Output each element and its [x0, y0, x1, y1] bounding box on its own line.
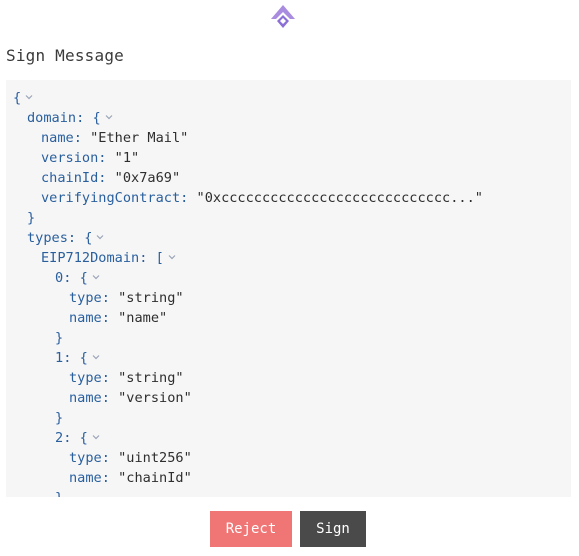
json-separator: : — [101, 470, 119, 486]
json-key: name — [69, 470, 102, 486]
chevron-down-icon[interactable] — [24, 92, 34, 102]
json-separator: : — [101, 370, 119, 386]
json-bracket: { — [79, 270, 88, 286]
json-value: "chainId" — [118, 470, 192, 486]
json-separator: : — [63, 270, 80, 286]
json-separator: : — [98, 170, 115, 186]
json-bracket: } — [55, 330, 64, 346]
json-line: name: "chainId" — [69, 468, 192, 488]
json-line: { — [13, 88, 34, 108]
json-line: } — [55, 328, 63, 348]
action-bar: Reject Sign — [0, 511, 579, 547]
json-key: type — [69, 370, 102, 386]
chevron-down-icon[interactable] — [91, 352, 101, 362]
json-bracket: { — [79, 430, 88, 446]
json-value: "string" — [118, 290, 184, 306]
json-value: "string" — [118, 370, 184, 386]
json-separator: : — [139, 250, 156, 266]
json-line: 0: { — [55, 268, 101, 288]
json-key: types — [27, 230, 68, 246]
json-line: name: "version" — [69, 388, 192, 408]
chevron-down-icon[interactable] — [167, 252, 177, 262]
json-key: 2 — [55, 430, 64, 446]
json-separator: : — [73, 130, 91, 146]
json-key: verifyingContract — [41, 190, 181, 206]
json-separator: : — [63, 430, 80, 446]
json-bracket: } — [55, 490, 63, 497]
json-bracket: [ — [155, 250, 164, 266]
json-line: } — [27, 208, 35, 228]
json-line: } — [55, 408, 63, 428]
chevron-down-icon[interactable] — [91, 272, 101, 282]
chevron-down-icon[interactable] — [91, 432, 101, 442]
json-key: 0 — [55, 270, 64, 286]
json-value: "1" — [114, 150, 140, 166]
json-key: 1 — [55, 350, 64, 366]
json-bracket: { — [92, 110, 101, 126]
json-line: name: "name" — [69, 308, 167, 328]
json-separator: : — [101, 450, 119, 466]
json-value: "uint256" — [118, 450, 192, 466]
chevron-down-icon[interactable] — [95, 232, 105, 242]
json-separator: : — [76, 110, 93, 126]
json-line: chainId: "0x7a69" — [41, 168, 180, 188]
json-separator: : — [63, 350, 80, 366]
message-json-viewer[interactable]: {domain: {name: "Ether Mail" version: "1"… — [6, 80, 571, 497]
json-line: } — [55, 488, 63, 497]
logo-icon — [268, 4, 298, 30]
json-separator: : — [180, 190, 197, 206]
json-line: domain: { — [27, 108, 114, 128]
json-separator: : — [101, 390, 119, 406]
json-key: name — [69, 390, 102, 406]
json-bracket: } — [27, 210, 36, 226]
json-line: 1: { — [55, 348, 101, 368]
page-title: Sign Message — [6, 46, 124, 65]
json-line: type: "uint256" — [69, 448, 192, 468]
reject-button[interactable]: Reject — [210, 511, 292, 547]
json-key: name — [41, 130, 74, 146]
json-bracket: { — [84, 230, 93, 246]
json-line: version: "1" — [41, 148, 139, 168]
json-bracket: { — [79, 350, 88, 366]
json-key: chainId — [41, 170, 99, 186]
json-value: "version" — [118, 390, 192, 406]
json-value: "0xcccccccccccccccccccccccccccc..." — [196, 190, 483, 206]
json-separator: : — [101, 310, 119, 326]
json-line: type: "string" — [69, 288, 184, 308]
json-bracket: } — [55, 410, 64, 426]
chevron-down-icon[interactable] — [104, 112, 114, 122]
json-line: types: { — [27, 228, 105, 248]
json-key: type — [69, 290, 102, 306]
json-bracket: { — [13, 90, 22, 106]
sign-button[interactable]: Sign — [300, 511, 366, 547]
json-key: domain — [27, 110, 77, 126]
json-separator: : — [67, 230, 85, 246]
json-value: "name" — [118, 310, 168, 326]
json-line: 2: { — [55, 428, 101, 448]
json-line: type: "string" — [69, 368, 184, 388]
json-key: name — [69, 310, 102, 326]
json-line: verifyingContract: "0xcccccccccccccccccc… — [41, 188, 483, 208]
json-key: EIP712Domain — [41, 250, 140, 266]
sign-message-page: Sign Message {domain: {name: "Ether Mail… — [0, 0, 579, 556]
json-key: type — [69, 450, 102, 466]
json-value: "Ether Mail" — [90, 130, 189, 146]
json-separator: : — [101, 290, 119, 306]
json-value: "0x7a69" — [114, 170, 181, 186]
json-separator: : — [98, 150, 115, 166]
json-line: EIP712Domain: [ — [41, 248, 177, 268]
json-key: version — [41, 150, 99, 166]
json-line: name: "Ether Mail" — [41, 128, 188, 148]
